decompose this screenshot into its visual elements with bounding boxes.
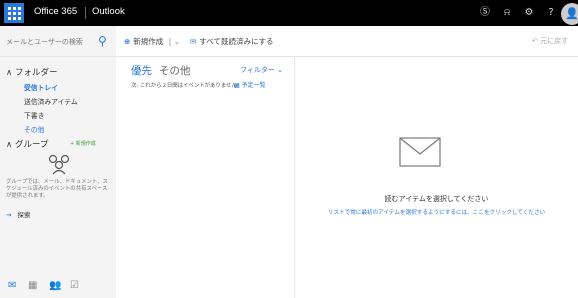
search-box[interactable]: メールとユーザーの検索 ⚲ [0,26,116,56]
groups-header-label: グループ [14,140,49,150]
select-first-item-link[interactable]: リストで常に最初のアイテムを選択するようにするには、ここをクリックしてください [295,208,578,216]
divider [85,7,86,19]
undo-icon: ↶ [532,37,538,45]
groups-description: グループでは、メール、ドキュメント、スケジュール済みのイベントの共有スペースが提… [6,179,108,199]
filter-button[interactable]: フィルター ⌄ [240,65,283,75]
new-label: 新規作成 [133,37,164,46]
filter-label: フィルター [240,66,275,74]
undo-button[interactable]: ↶ 元に戻す [532,36,568,46]
reading-pane-title: 読むアイテムを選択してください [384,195,489,203]
envelope-icon [399,137,441,167]
calendar-icon[interactable]: ▦ [28,280,37,291]
search-input[interactable]: メールとユーザーの検索 [6,37,83,47]
app-launcher-icon[interactable] [4,3,24,23]
chevron-up-icon: ∧ [6,68,13,78]
mail-icon[interactable]: ✉ [8,280,16,291]
plus-icon: ⊕ [124,37,131,46]
skype-icon[interactable]: Ⓢ [478,6,492,20]
tab-focused[interactable]: 優先 [131,63,152,78]
command-bar: メールとユーザーの検索 ⚲ ⊕ 新規作成 | ⌄ ✉ すべて既読済みにする ↶ 元に… [0,26,578,57]
folders-header-label: フォルダー [14,68,58,78]
groups-header[interactable]: ∧ グループ [6,138,48,150]
bell-icon[interactable]: ⍾ [500,6,514,20]
avatar[interactable]: 👤 [561,3,578,25]
gear-icon[interactable]: ⚙ [522,6,536,20]
new-button[interactable]: ⊕ 新規作成 | ⌄ [124,36,180,47]
new-group-link[interactable]: + 新規作成 [70,140,96,147]
arrow-right-icon: → [6,211,12,219]
mark-all-read-button[interactable]: ✉ すべて既読済みにする [190,36,274,47]
upcoming-events-text: 次: これから２日間はイベントがありません [131,83,237,89]
discover-label: 探索 [17,211,31,219]
tasks-icon[interactable]: ☑ [70,280,79,291]
help-icon[interactable]: ? [544,6,558,20]
calendar-icon: ▦ [234,82,240,89]
tab-other[interactable]: その他 [159,63,191,78]
people-icon[interactable]: 👥 [49,280,61,291]
folder-item-more[interactable]: その他 [24,124,44,134]
mark-all-read-label: すべて既読済みにする [199,37,274,46]
chevron-down-icon: ⌄ [277,66,283,74]
folder-item-inbox[interactable]: 受信トレイ [24,82,58,92]
person-icon: 👤 [565,7,578,20]
envelope-open-icon: ✉ [190,37,197,46]
chevron-down-icon[interactable]: | ⌄ [169,37,180,46]
top-bar: Office 365 Outlook Ⓢ ⍾ ⚙ ? 👤 [0,0,578,26]
app-name[interactable]: Outlook [92,6,125,17]
agenda-label: 予定一覧 [241,82,266,89]
folder-item-sent[interactable]: 送信済みアイテム [24,96,78,106]
folder-pane: ∧ フォルダー 受信トレイ 送信済みアイテム 下書き その他 ∧ グループ + … [0,57,116,298]
discover-link[interactable]: → 探索 [6,209,30,219]
message-list: 優先 その他 フィルター ⌄ 次: これから２日間はイベントがありません ▦ 予… [116,57,295,298]
search-icon[interactable]: ⚲ [98,34,107,48]
chevron-up-icon: ∧ [6,140,13,150]
groups-icon [44,153,74,175]
folders-header[interactable]: ∧ フォルダー [6,66,57,78]
brand-name[interactable]: Office 365 [34,6,77,17]
folder-item-drafts[interactable]: 下書き [24,110,44,120]
agenda-button[interactable]: ▦ 予定一覧 [234,80,266,89]
reading-pane: 読むアイテムを選択してください リストで常に最初のアイテムを選択するようにするに… [295,57,578,298]
undo-label: 元に戻す [540,37,569,45]
